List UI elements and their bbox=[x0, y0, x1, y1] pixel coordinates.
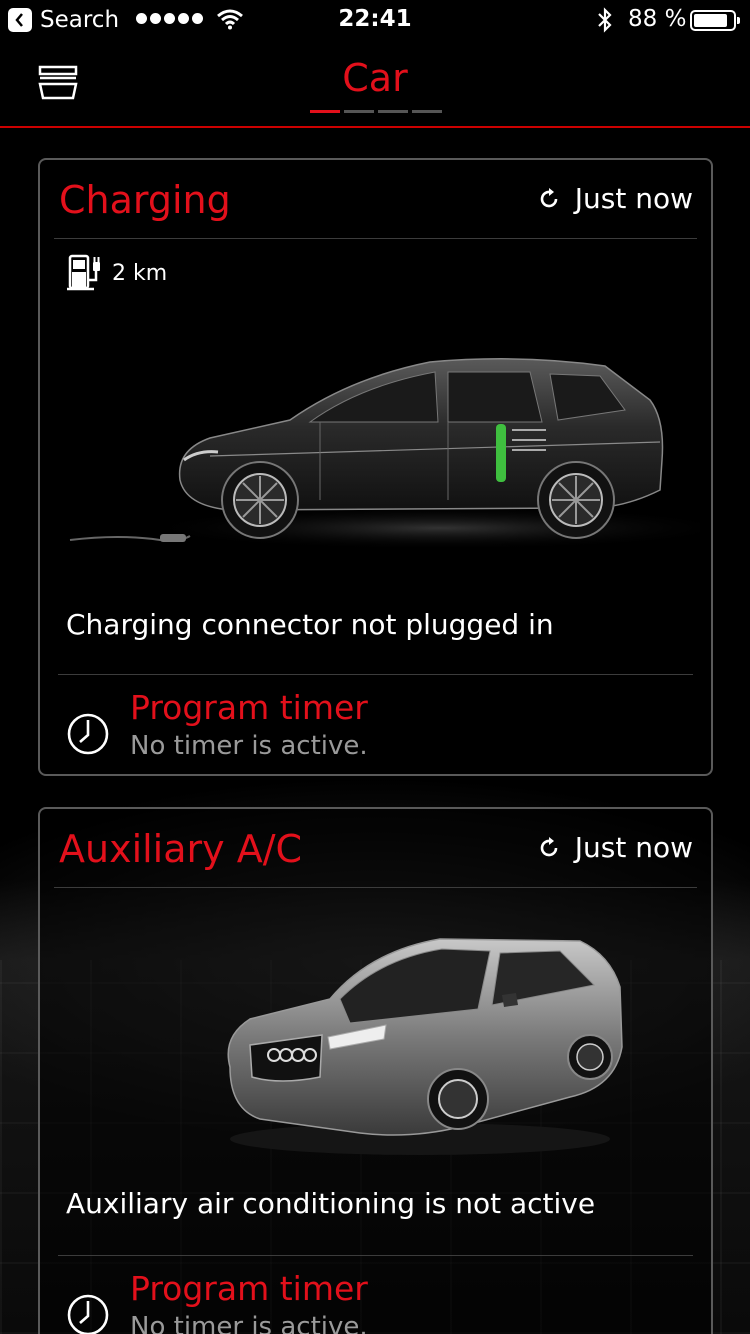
card-divider bbox=[58, 1255, 693, 1256]
page-indicator-dot[interactable] bbox=[344, 110, 374, 113]
refresh-icon bbox=[540, 187, 558, 207]
aux-ac-card-title: Auxiliary A/C bbox=[59, 827, 303, 871]
page-indicator-dot[interactable] bbox=[412, 110, 442, 113]
aux-ac-card[interactable]: Auxiliary A/C Just now Auxiliary air con… bbox=[38, 807, 713, 1334]
page-title: Car bbox=[342, 56, 408, 100]
page-indicator[interactable] bbox=[310, 110, 446, 113]
bluetooth-icon bbox=[596, 7, 614, 39]
card-divider bbox=[54, 238, 697, 239]
clock-icon bbox=[67, 713, 109, 755]
charging-refresh-button[interactable]: Just now bbox=[537, 182, 693, 215]
aux-ac-refresh-button[interactable]: Just now bbox=[537, 831, 693, 864]
page-indicator-dot[interactable] bbox=[310, 110, 340, 113]
charging-card-title: Charging bbox=[59, 178, 231, 222]
charging-refresh-label: Just now bbox=[574, 182, 693, 215]
battery-fill bbox=[694, 14, 728, 27]
electric-range: 2 km bbox=[66, 252, 167, 294]
charging-program-timer[interactable]: Program timer No timer is active. bbox=[66, 688, 368, 761]
charging-timer-subtitle: No timer is active. bbox=[130, 731, 368, 761]
charging-timer-title: Program timer bbox=[130, 688, 368, 727]
car-front-image bbox=[227, 938, 623, 1155]
battery-percent: 88 % bbox=[628, 6, 687, 32]
aux-ac-timer-title: Program timer bbox=[130, 1269, 368, 1308]
battery-icon bbox=[690, 10, 740, 31]
car-side-image bbox=[69, 358, 700, 550]
aux-ac-program-timer[interactable]: Program timer No timer is active. bbox=[66, 1269, 368, 1334]
charging-card[interactable]: Charging Just now 2 km Charging connecto… bbox=[38, 158, 713, 776]
aux-ac-refresh-label: Just now bbox=[574, 831, 693, 864]
card-divider bbox=[58, 674, 693, 675]
aux-ac-status-text: Auxiliary air conditioning is not active bbox=[66, 1187, 596, 1220]
nav-bar: Car bbox=[0, 40, 750, 128]
status-bar: Search 22:41 88 % bbox=[0, 0, 750, 40]
electric-range-value: 2 km bbox=[112, 260, 168, 286]
charging-station-icon bbox=[67, 254, 100, 291]
refresh-icon bbox=[540, 836, 558, 856]
aux-ac-timer-subtitle: No timer is active. bbox=[130, 1312, 368, 1334]
card-divider bbox=[54, 887, 697, 888]
clock-icon bbox=[67, 1294, 109, 1334]
app-screen: Search 22:41 88 % Car Charging Just now … bbox=[0, 0, 750, 1334]
page-indicator-dot[interactable] bbox=[378, 110, 408, 113]
charging-status-text: Charging connector not plugged in bbox=[66, 608, 554, 641]
